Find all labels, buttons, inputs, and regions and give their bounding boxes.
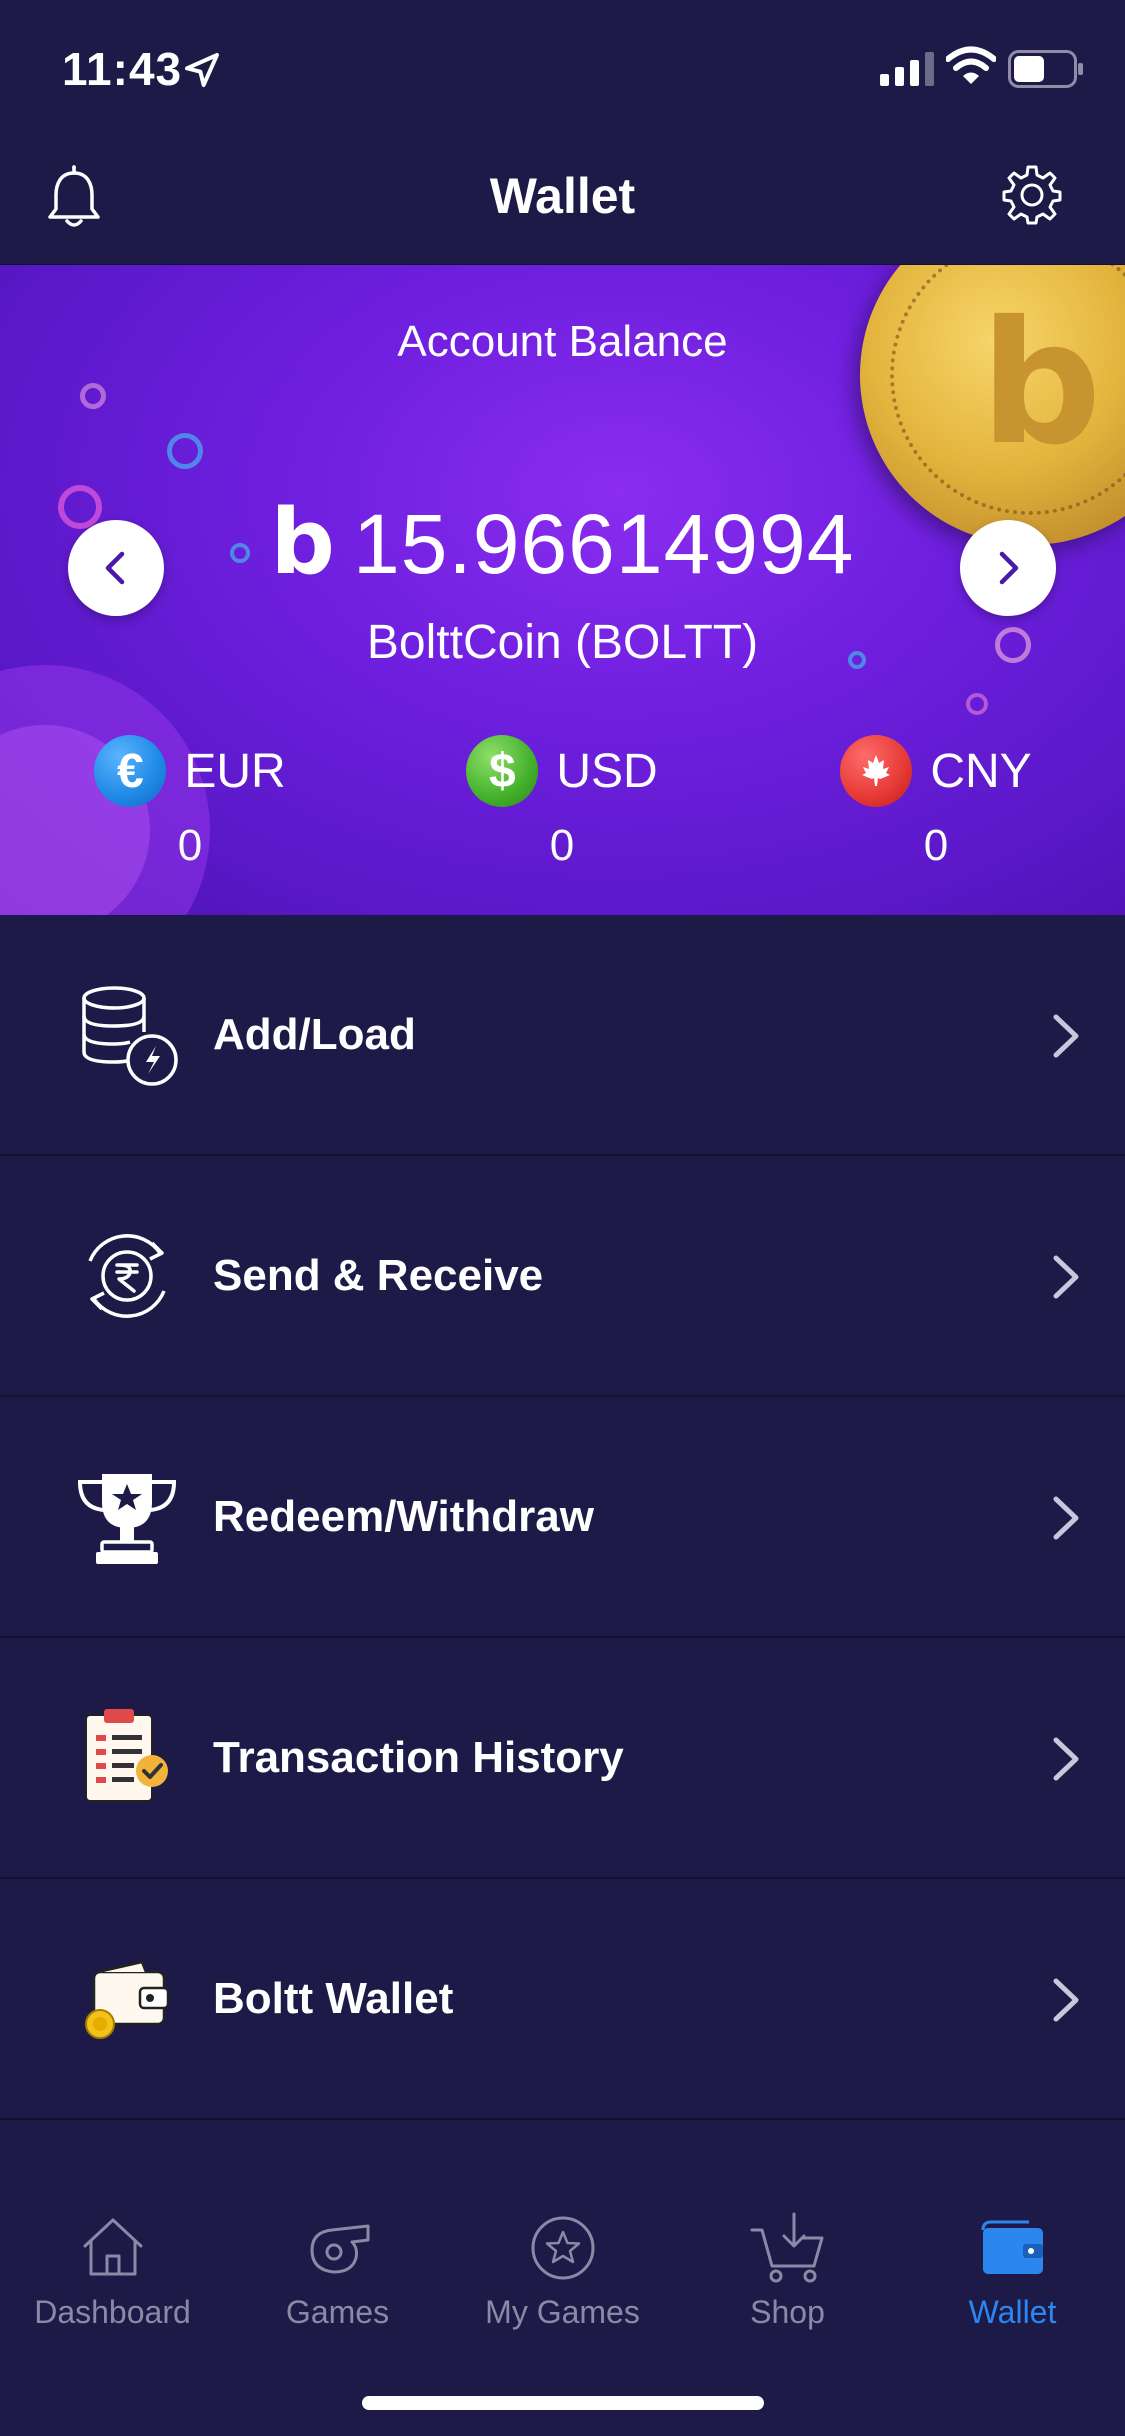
boltt-currency-icon: b (270, 490, 335, 595)
chevron-right-icon (1053, 1737, 1079, 1781)
fiat-code: CNY (930, 744, 1032, 798)
balance-amount-row: b 15.96614994 (0, 490, 1125, 595)
tab-label: Wallet (968, 2294, 1057, 2330)
tab-dashboard[interactable]: Dashboard (0, 2208, 225, 2331)
decorative-circle (966, 693, 988, 715)
decorative-circle (80, 383, 106, 409)
chevron-right-icon (1053, 1255, 1079, 1299)
checklist-icon (85, 1709, 168, 1802)
balance-amount: 15.96614994 (352, 497, 855, 591)
star-icon (531, 2216, 594, 2280)
chevron-right-icon (1053, 1978, 1079, 2022)
trophy-icon (77, 1474, 177, 1564)
fiat-code: EUR (184, 744, 286, 798)
menu-item-boltt-wallet[interactable]: Boltt Wallet (0, 1879, 1125, 2120)
menu-item-send-receive[interactable]: Send & Receive (0, 1156, 1125, 1397)
cart-icon (750, 2212, 823, 2283)
fiat-value: 0 (923, 821, 949, 870)
menu-item-label: Add/Load (213, 1010, 416, 1059)
menu-item-label: Send & Receive (213, 1251, 544, 1300)
balance-card: b Account Balance b 15.96614994 BolttCoin… (0, 265, 1125, 915)
fiat-code: USD (556, 744, 658, 798)
euro-icon: € (94, 735, 167, 807)
tab-label: Games (285, 2294, 390, 2330)
tab-wallet[interactable]: Wallet (900, 2208, 1125, 2331)
chevron-right-icon (1053, 1496, 1079, 1540)
home-indicator[interactable] (362, 2396, 764, 2410)
tab-label: Dashboard (34, 2294, 191, 2330)
menu-item-redeem-withdraw[interactable]: Redeem/Withdraw (0, 1397, 1125, 1638)
tab-shop[interactable]: Shop (675, 2208, 900, 2331)
fiat-balance-eur: € EUR 0 (60, 735, 320, 871)
wallet-icon (85, 1960, 170, 2039)
tab-my-games[interactable]: My Games (450, 2208, 675, 2331)
decorative-circle (167, 433, 203, 469)
tab-label: Shop (750, 2294, 825, 2330)
battery-icon (1008, 50, 1083, 88)
fiat-balance-cny: CNY 0 (806, 735, 1066, 871)
app-header: Wallet (0, 135, 1125, 265)
previous-balance-button[interactable] (68, 520, 164, 616)
status-bar: 11:43 (0, 0, 1125, 135)
tab-label: My Games (485, 2294, 640, 2330)
chevron-right-icon (999, 551, 1019, 585)
fiat-value: 0 (549, 821, 575, 870)
database-lightning-icon (82, 986, 178, 1086)
balance-label: Account Balance (397, 317, 728, 366)
status-time: 11:43 (62, 43, 183, 95)
wallet-icon (981, 2220, 1043, 2274)
home-icon (83, 2218, 142, 2276)
wifi-icon (946, 46, 996, 84)
menu-item-label: Redeem/Withdraw (213, 1492, 595, 1541)
location-arrow-icon (185, 53, 219, 87)
menu-item-add-load[interactable]: Add/Load (0, 915, 1125, 1156)
dollar-icon: $ (466, 735, 539, 807)
menu-item-label: Boltt Wallet (213, 1974, 454, 2023)
chevron-left-icon (105, 551, 125, 585)
menu-item-transaction-history[interactable]: Transaction History (0, 1638, 1125, 1879)
fiat-balance-usd: $ USD 0 (432, 735, 692, 871)
menu-item-label: Transaction History (213, 1733, 624, 1782)
balance-currency-name: BolttCoin (BOLTT) (366, 616, 759, 669)
tab-games[interactable]: Games (225, 2208, 450, 2331)
rupee-exchange-icon (88, 1234, 166, 1318)
maple-leaf-flag-icon (840, 735, 913, 807)
fiat-value: 0 (177, 821, 203, 870)
wallet-menu: Add/Load Send & Receive Redeem/Withdraw (0, 915, 1125, 2120)
whistle-icon (310, 2224, 369, 2274)
page-title: Wallet (489, 168, 636, 224)
cellular-signal-icon (880, 52, 934, 86)
chevron-right-icon (1053, 1014, 1079, 1058)
gear-icon[interactable] (1000, 163, 1064, 227)
next-balance-button[interactable] (960, 520, 1056, 616)
